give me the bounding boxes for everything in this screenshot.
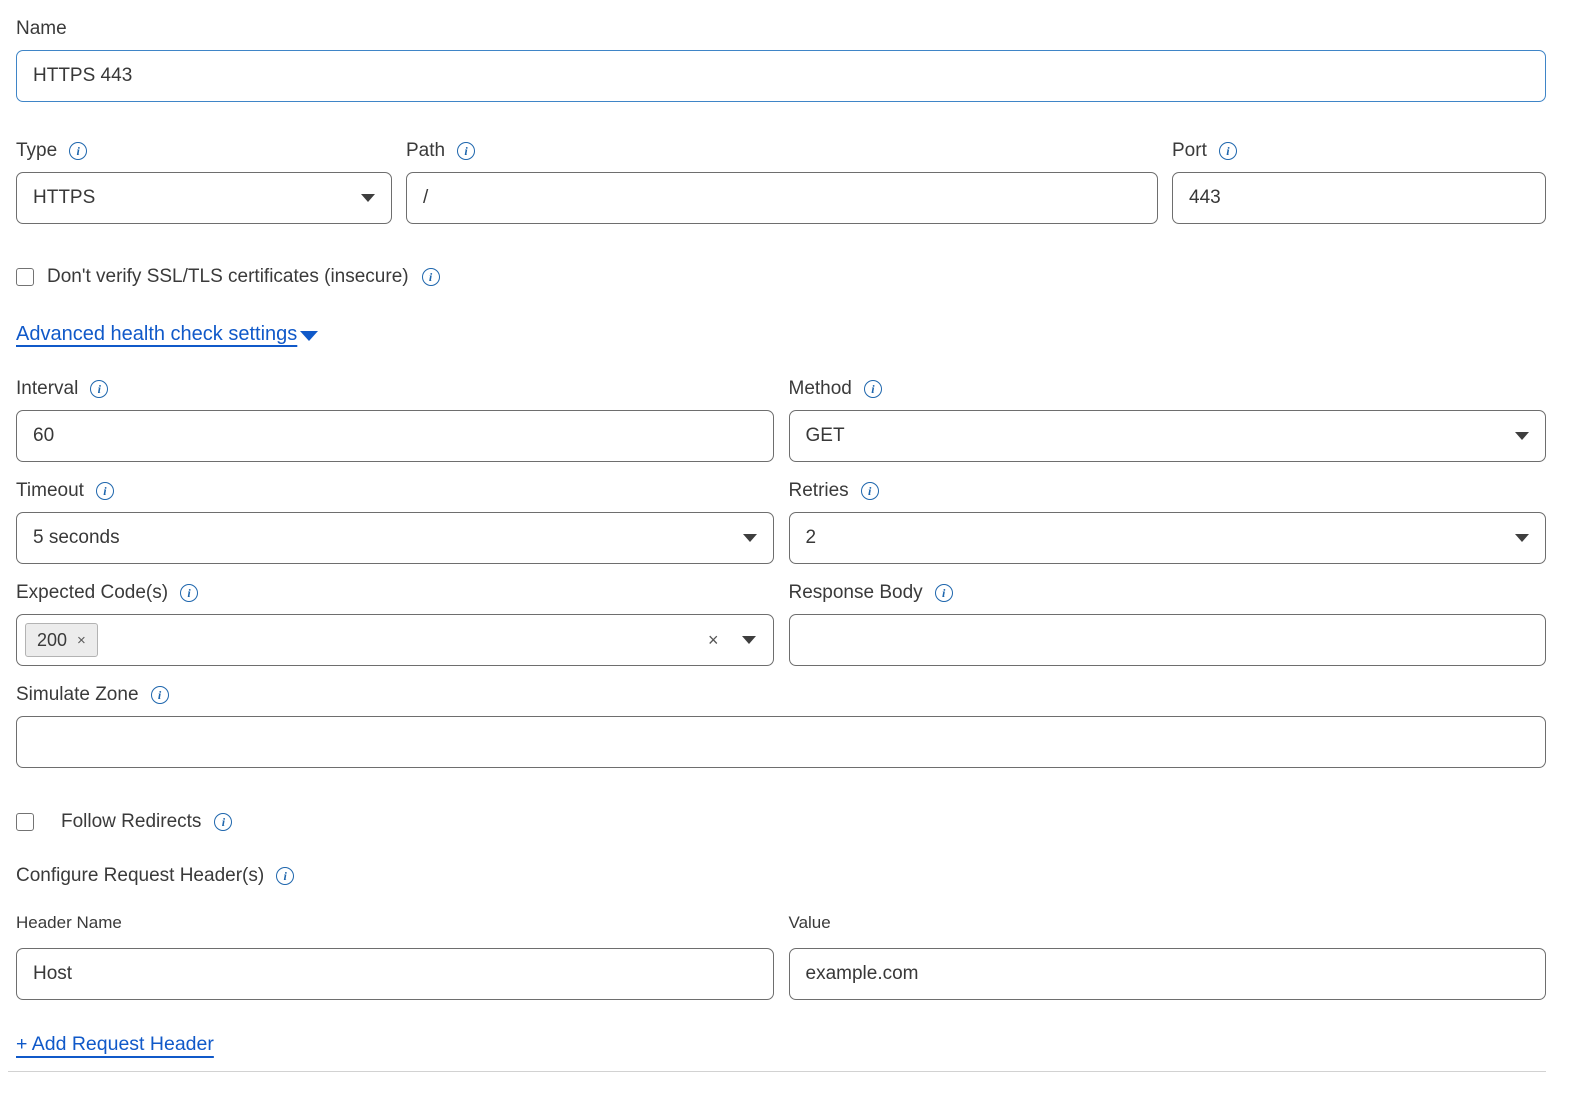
method-info-icon[interactable]: i [864,380,882,398]
chevron-down-icon [743,534,757,542]
name-label-text: Name [16,17,67,41]
header-name-field: Header Name [16,912,774,1000]
interval-label-text: Interval [16,377,78,401]
verify-ssl-label: Don't verify SSL/TLS certificates (insec… [47,266,409,288]
remove-tag-icon[interactable]: × [77,633,86,648]
clear-all-icon[interactable]: × [708,631,719,649]
follow-redirects-info-icon[interactable]: i [214,813,232,831]
timeout-info-icon[interactable]: i [96,482,114,500]
timeout-field: Timeout i 5 seconds [16,479,774,564]
path-label-text: Path [406,139,445,163]
name-label: Name [16,17,1546,41]
chevron-down-icon [1515,534,1529,542]
add-request-header-link[interactable]: + Add Request Header [16,1033,214,1056]
type-label-text: Type [16,139,57,163]
codes-body-row: Expected Code(s) i 200 × × Response Body… [16,581,1546,666]
header-value-field: Value [789,912,1547,1000]
header-value-column-label: Value [789,912,1547,934]
response-body-info-icon[interactable]: i [935,584,953,602]
response-body-label-text: Response Body [789,581,923,605]
type-select-value: HTTPS [33,187,95,209]
chevron-down-icon[interactable] [742,636,756,644]
section-divider [8,1071,1546,1072]
path-field: Path i [406,139,1158,224]
expected-codes-label-text: Expected Code(s) [16,581,168,605]
method-label-text: Method [789,377,852,401]
type-info-icon[interactable]: i [69,142,87,160]
expected-codes-field: Expected Code(s) i 200 × × [16,581,774,666]
expected-codes-multiselect[interactable]: 200 × × [16,614,774,666]
follow-redirects-label: Follow Redirects [61,811,201,833]
response-body-input[interactable] [789,614,1547,666]
follow-redirects-checkbox[interactable] [16,813,34,831]
type-path-port-row: Type i HTTPS Path i Port i [16,139,1546,224]
verify-ssl-row: Don't verify SSL/TLS certificates (insec… [16,266,1546,288]
timeout-select[interactable]: 5 seconds [16,512,774,564]
retries-select-value: 2 [806,527,817,549]
port-input[interactable] [1172,172,1546,224]
expected-code-tag-value: 200 [37,630,67,651]
type-select[interactable]: HTTPS [16,172,392,224]
retries-field: Retries i 2 [789,479,1547,564]
request-headers-section-text: Configure Request Header(s) [16,864,264,888]
retries-select[interactable]: 2 [789,512,1547,564]
path-info-icon[interactable]: i [457,142,475,160]
path-input[interactable] [406,172,1158,224]
header-name-input[interactable] [16,948,774,1000]
port-field: Port i [1172,139,1546,224]
simulate-zone-field: Simulate Zone i [16,683,1546,768]
advanced-settings-link[interactable]: Advanced health check settings [16,323,318,346]
verify-ssl-checkbox[interactable] [16,268,34,286]
expected-code-tag: 200 × [25,623,98,657]
verify-ssl-info-icon[interactable]: i [422,268,440,286]
method-select[interactable]: GET [789,410,1547,462]
follow-redirects-row: Follow Redirects i [16,811,1546,833]
name-input[interactable] [16,50,1546,102]
interval-field: Interval i [16,377,774,462]
chevron-down-icon [300,331,318,341]
simulate-zone-info-icon[interactable]: i [151,686,169,704]
simulate-zone-input[interactable] [16,716,1546,768]
interval-info-icon[interactable]: i [90,380,108,398]
method-field: Method i GET [789,377,1547,462]
port-info-icon[interactable]: i [1219,142,1237,160]
expected-codes-info-icon[interactable]: i [180,584,198,602]
timeout-select-value: 5 seconds [33,527,120,549]
response-body-field: Response Body i [789,581,1547,666]
chevron-down-icon [361,194,375,202]
request-headers-info-icon[interactable]: i [276,867,294,885]
retries-info-icon[interactable]: i [861,482,879,500]
port-label-text: Port [1172,139,1207,163]
simulate-zone-label-text: Simulate Zone [16,683,139,707]
header-name-column-label: Header Name [16,912,774,934]
type-field: Type i HTTPS [16,139,392,224]
name-field: Name [16,17,1546,102]
interval-method-row: Interval i Method i GET [16,377,1546,462]
chevron-down-icon [1515,432,1529,440]
method-select-value: GET [806,425,845,447]
interval-input[interactable] [16,410,774,462]
timeout-retries-row: Timeout i 5 seconds Retries i 2 [16,479,1546,564]
header-row: Header Name Value [16,912,1546,1000]
health-check-form: Name Type i HTTPS Path i Port i [0,0,1570,1072]
retries-label-text: Retries [789,479,849,503]
timeout-label-text: Timeout [16,479,84,503]
request-headers-section-label: Configure Request Header(s) i [16,864,1546,888]
advanced-settings-link-text: Advanced health check settings [16,323,297,346]
header-value-input[interactable] [789,948,1547,1000]
